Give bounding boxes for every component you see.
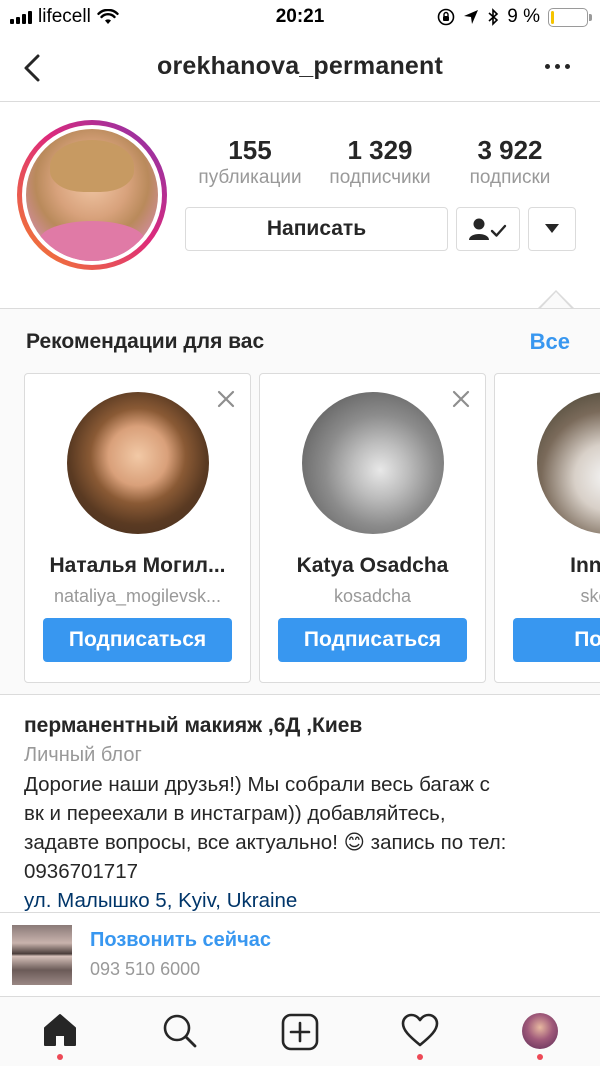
more-horizontal-icon[interactable] [545,64,570,69]
stat-following-value: 3 922 [477,135,543,165]
call-now-label[interactable]: Позвонить сейчас [90,929,271,952]
call-thumbnail [12,925,72,985]
follow-button[interactable]: Подпи [513,618,600,662]
battery-percent: 9 % [507,6,540,27]
add-post-icon [281,1013,319,1051]
profile-bio: перманентный макияж ,6Д ,Киев Личный бло… [24,700,584,912]
bluetooth-icon [488,8,499,26]
bio-category: Личный блог [24,744,142,766]
recommendations-panel: Рекомендации для вас Все Наталья Могил..… [0,308,600,695]
recommendation-avatar[interactable] [537,392,600,534]
recommendation-name[interactable]: Katya Osadcha [260,554,485,578]
profile-header-bar: orekhanova_permanent [0,36,600,102]
profile-section: 155 публикации 1 329 подписчики 3 922 по… [0,103,600,308]
recommendation-name[interactable]: Inna Sk [495,554,600,578]
tab-profile[interactable] [480,997,600,1066]
bio-line: Дорогие наши друзья!) Мы собрали весь ба… [24,773,490,796]
message-button[interactable]: Написать [185,207,448,251]
call-phone-number: 093 510 6000 [90,959,201,979]
suggestions-dropdown-button[interactable] [528,207,576,251]
following-button[interactable] [456,207,520,251]
tab-search[interactable] [120,997,240,1066]
home-icon [44,1014,76,1046]
profile-avatar-icon [522,1013,558,1049]
stat-following-label: подписки [469,167,551,188]
call-now-bar[interactable]: Позвонить сейчас 093 510 6000 [0,912,600,996]
recommendation-handle: nataliya_mogilevsk... [53,586,222,606]
profile-username: orekhanova_permanent [156,52,444,80]
person-check-icon [469,218,507,240]
stat-posts-label: публикации [198,167,302,188]
close-icon[interactable] [214,387,238,411]
follow-button[interactable]: Подписаться [278,618,467,662]
tab-activity-indicator [417,1054,423,1060]
status-bar: lifecell 20:21 9 % [0,0,600,36]
recommendation-card[interactable]: Inna Sk skorop Подпи [494,373,600,683]
bio-address-link[interactable]: ул. Малышко 5, Kyiv, Ukraine [24,886,584,912]
battery-level [551,10,555,24]
recommendation-handle: skorop [580,586,600,606]
stat-followers[interactable]: 1 329 подписчики [315,135,445,189]
tab-add-post[interactable] [240,997,360,1066]
recommendation-card[interactable]: Наталья Могил... nataliya_mogilevsk... П… [24,373,251,683]
stat-followers-value: 1 329 [347,135,413,165]
rotation-lock-icon [437,8,455,26]
stat-followers-label: подписчики [329,167,431,188]
location-arrow-icon [464,10,479,24]
recommendations-title: Рекомендации для вас [26,330,265,353]
recommendation-avatar[interactable] [302,392,444,534]
bio-name: перманентный макияж ,6Д ,Киев [24,714,363,737]
profile-stats: 155 публикации 1 329 подписчики 3 922 по… [185,135,575,189]
stat-posts[interactable]: 155 публикации [185,135,315,189]
tab-home-indicator [57,1054,63,1060]
recommendation-card[interactable]: Katya Osadcha kosadcha Подписаться [259,373,486,683]
search-icon [163,1014,197,1048]
recommendation-name[interactable]: Наталья Могил... [25,554,250,578]
close-icon[interactable] [449,387,473,411]
battery-icon [548,7,592,27]
recommendation-avatar[interactable] [67,392,209,534]
profile-avatar[interactable] [17,120,167,270]
bio-line: 0936701717 [24,860,139,883]
recommendation-cards: Наталья Могил... nataliya_mogilevsk... П… [24,373,600,683]
bottom-tab-bar [0,996,600,1066]
triangle-down-icon [545,224,559,233]
profile-actions: Написать [185,207,577,251]
recommendation-handle: kosadcha [333,586,412,606]
heart-icon [401,1013,439,1047]
tab-profile-indicator [537,1054,543,1060]
tab-home[interactable] [0,997,120,1066]
tab-activity[interactable] [360,997,480,1066]
profile-photo [26,129,158,261]
status-right: 9 % [437,6,592,28]
stat-following[interactable]: 3 922 подписки [445,135,575,189]
stat-posts-value: 155 [228,135,272,165]
bio-line: вк и переехали в инстаграм)) добавляйтес… [24,802,446,825]
bio-line: задавте вопросы, все актуально! 😊 запись… [24,831,507,854]
see-all-link[interactable]: Все [530,329,570,355]
follow-button[interactable]: Подписаться [43,618,232,662]
